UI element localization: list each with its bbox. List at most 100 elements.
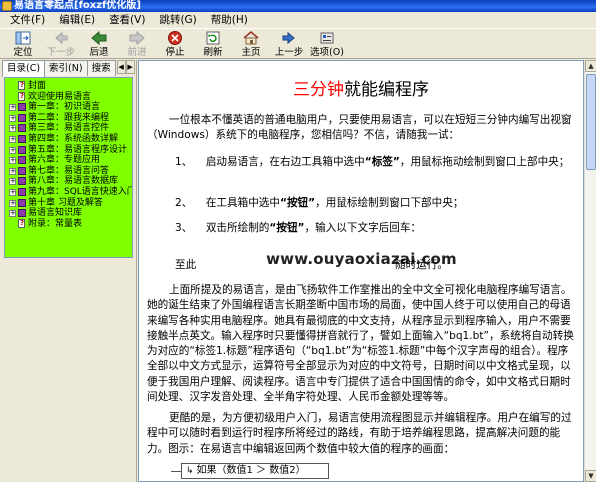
step-1-text-a: 启动易语言，在右边工具箱中选中 (205, 156, 365, 168)
expand-plus-icon[interactable]: + (9, 188, 16, 196)
book-icon (18, 177, 26, 186)
locate-icon (15, 31, 31, 45)
book-icon (18, 198, 26, 207)
step-2-number: 2、 (175, 197, 193, 209)
tree-item-label: 第八章：易语言数据库 (28, 176, 119, 187)
step-3: 3、 双击所绘制的“按钮”，输入以下文字后回车： (175, 221, 575, 236)
refresh-button[interactable]: 刷新 (194, 29, 232, 59)
home-icon (243, 31, 259, 45)
tree-item[interactable]: + 第二章：跟我来编程 (5, 113, 132, 124)
expand-plus-icon[interactable]: + (9, 114, 16, 122)
tree-item[interactable]: 欢迎使用易语言 (5, 91, 132, 103)
tree-item[interactable]: + 第三章：易语言控件 (5, 123, 132, 134)
book-icon (18, 113, 26, 122)
tree-item-label: 第一章：初识语言 (28, 102, 101, 113)
stop-button[interactable]: 停止 (156, 29, 194, 59)
tab-index[interactable]: 索引(N) (44, 60, 88, 76)
expand-plus-icon[interactable]: + (9, 157, 16, 165)
next-step-icon (55, 31, 68, 45)
tab-contents[interactable]: 目录(C) (2, 60, 46, 77)
step-2-text-b: “按钮” (279, 197, 316, 209)
page-title-rest: 就能编程序 (344, 80, 429, 100)
menu-file[interactable]: 文件(F) (3, 12, 52, 29)
book-icon (18, 209, 26, 218)
expand-plus-icon[interactable]: + (9, 135, 16, 143)
home-button[interactable]: 主页 (232, 29, 270, 59)
options-button[interactable]: 选项(O) (308, 29, 346, 59)
previous-step-icon (282, 31, 295, 45)
expand-plus-icon[interactable]: + (9, 104, 16, 112)
page-title-highlight: 三分钟 (293, 80, 344, 100)
expand-plus-icon[interactable]: + (9, 210, 16, 218)
step-1-text-c: ，用鼠标拖动绘制到窗口上部中央； (399, 156, 570, 168)
back-button[interactable]: 后退 (80, 29, 118, 59)
forward-button[interactable]: 前进 (118, 29, 156, 59)
step-2-text-c: ，用鼠标绘制到窗口下部中央； (315, 197, 464, 209)
intro-paragraph: 一位根本不懂英语的普通电脑用户，只要使用易语言，可以在短短三分钟内编写出视窗（W… (147, 114, 572, 142)
book-icon (18, 134, 26, 143)
scroll-down-arrow-icon[interactable]: ▼ (585, 470, 596, 482)
nav-tabs: 目录(C) 索引(N) 搜索 ◀ ▶ (2, 60, 135, 77)
content-pane: 三分钟就能编程序 一位根本不懂英语的普通电脑用户，只要使用易语言，可以在短短三分… (138, 60, 584, 482)
stop-icon (168, 31, 182, 45)
flowchart-branch-icon: ↳ (186, 466, 194, 476)
code-left-text: 至此 (175, 259, 197, 271)
expand-plus-icon[interactable]: + (9, 167, 16, 175)
tree-item[interactable]: + 第一章：初识语言 (5, 102, 132, 113)
tree-item-label: 第四章：系统函数详解 (28, 133, 119, 144)
step-3-text-a: 双击所绘制的 (205, 222, 270, 234)
menu-edit[interactable]: 编辑(E) (52, 12, 102, 29)
step-1-text-b: “标签” (364, 156, 400, 168)
help-page-icon (18, 218, 25, 228)
book-icon (18, 103, 26, 112)
step-2-text-a: 在工具箱中选中 (205, 197, 280, 209)
expand-plus-icon[interactable]: + (9, 146, 16, 154)
tree-item-label: 第七章：易语言问答 (28, 165, 110, 176)
page-title: 三分钟就能编程序 (147, 79, 575, 101)
expand-plus-icon[interactable]: + (9, 178, 16, 186)
tree-item-label: 第六章：专题应用 (28, 155, 101, 166)
tree-item[interactable]: + 第四章：系统函数详解 (5, 134, 132, 145)
step-1: 1、 启动易语言，在右边工具箱中选中“标签”，用鼠标拖动绘制到窗口上部中央； (175, 155, 575, 170)
help-page-icon (18, 91, 25, 101)
tree-item[interactable]: + 第九章：SQL语言快速入门 (5, 187, 132, 198)
tree-item[interactable]: + 第八章：易语言数据库 (5, 176, 132, 187)
tab-search[interactable]: 搜索 (86, 60, 116, 76)
toolbar: 定位 下一步 后退 前进 停止 刷新 主页 上一步 选项(O) (0, 29, 596, 59)
tree-item[interactable]: 附录：常量表 (5, 218, 132, 230)
menu-help[interactable]: 帮助(H) (204, 12, 255, 29)
menu-view[interactable]: 查看(V) (102, 12, 152, 29)
previous-step-button[interactable]: 上一步 (270, 29, 308, 59)
flowchart-line (171, 471, 181, 472)
book-icon (18, 166, 26, 175)
tree-item-label: 封面 (28, 81, 47, 91)
step-3-number: 3、 (175, 222, 193, 234)
contents-tree: 封面欢迎使用易语言 + 第一章：初识语言 + 第二章：跟我来编程 + 第三章：易语言控件 + 第… (4, 77, 133, 258)
scroll-thumb[interactable] (586, 74, 596, 170)
forward-arrow-icon (129, 30, 145, 46)
flowchart-if-box: ↳ 如果（数值1 ＞ 数值2） (181, 463, 329, 479)
tree-item-label: 第五章：易语言程序设计 (28, 144, 128, 155)
help-window: 易语言零起点[foxzf优化版] 文件(F) 编辑(E) 查看(V) 跳转(G)… (0, 0, 596, 482)
scroll-up-arrow-icon[interactable]: ▲ (585, 60, 596, 72)
tree-item[interactable]: + 第十章 习题及解答 (5, 198, 132, 209)
tree-item[interactable]: + 第七章：易语言问答 (5, 166, 132, 177)
menu-bar: 文件(F) 编辑(E) 查看(V) 跳转(G) 帮助(H) (0, 12, 596, 29)
step-1-number: 1、 (175, 156, 193, 168)
help-page-icon (18, 80, 25, 91)
expand-plus-icon[interactable]: + (9, 125, 16, 133)
tree-item[interactable]: + 第五章：易语言程序设计 (5, 145, 132, 156)
vertical-scrollbar[interactable]: ▲ ▼ (584, 60, 596, 482)
refresh-icon (206, 31, 220, 45)
book-icon (18, 156, 26, 165)
locate-button[interactable]: 定位 (4, 29, 42, 59)
expand-plus-icon[interactable]: + (9, 199, 16, 207)
tree-item[interactable]: + 第六章：专题应用 (5, 155, 132, 166)
tab-scroll-right[interactable]: ▶ (125, 60, 135, 74)
title-bar: 易语言零起点[foxzf优化版] (0, 0, 596, 12)
next-step-button[interactable]: 下一步 (42, 29, 80, 59)
step-3-text-c: ，输入以下文字后回车： (304, 222, 422, 234)
tab-scroll-left[interactable]: ◀ (116, 60, 126, 74)
menu-go[interactable]: 跳转(G) (152, 12, 203, 29)
tree-item-label: 欢迎使用易语言 (28, 91, 92, 102)
